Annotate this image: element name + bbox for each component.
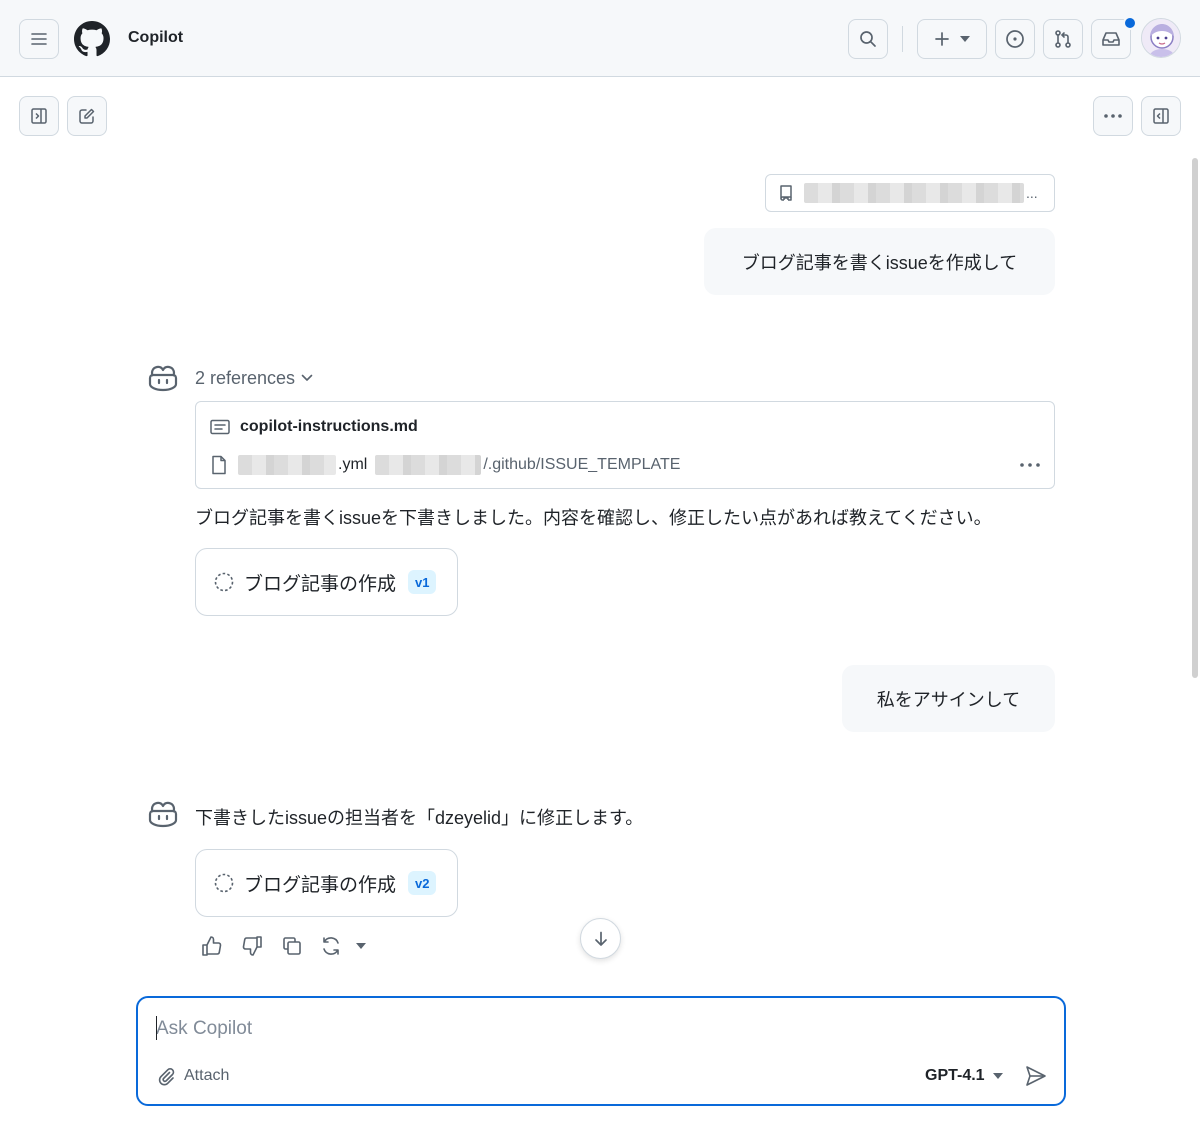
reference-file-ext: .yml (338, 456, 368, 473)
version-badge: v2 (408, 871, 437, 895)
send-button[interactable] (1024, 1064, 1048, 1088)
copy-button[interactable] (280, 934, 304, 958)
reference-item[interactable]: copilot-instructions.md (210, 416, 418, 438)
references-list: copilot-instructions.md .yml /.github/IS… (195, 401, 1055, 489)
header-divider (902, 26, 903, 52)
create-new-button[interactable] (917, 19, 987, 59)
issue-draft-card[interactable]: ブログ記事の作成 v2 (195, 849, 458, 917)
attach-label: Attach (184, 1067, 230, 1084)
pencil-square-icon (79, 108, 95, 124)
version-badge: v1 (408, 570, 437, 594)
text-caret (156, 1016, 157, 1040)
inbox-icon (1102, 32, 1120, 46)
regenerate-button[interactable] (320, 935, 366, 957)
sync-icon (323, 937, 339, 955)
file-icon (212, 455, 226, 475)
user-message-text: ブログ記事を書くissueを作成して (741, 252, 1018, 273)
caret-down-icon (356, 943, 366, 949)
repository-chip[interactable]: ... (765, 174, 1055, 212)
thumbs-down-button[interactable] (240, 934, 264, 958)
hamburger-icon (31, 33, 47, 45)
pull-requests-button[interactable] (1043, 19, 1083, 59)
caret-down-icon (960, 36, 970, 42)
repo-icon (780, 185, 792, 201)
user-message: ブログ記事を書くissueを作成して (704, 228, 1055, 295)
redacted-repo-name (804, 183, 1024, 203)
paperclip-icon (158, 1068, 175, 1086)
kebab-horizontal-icon (1104, 114, 1122, 118)
copilot-icon (147, 800, 179, 828)
file-text-icon (210, 419, 230, 435)
chevron-down-icon (301, 374, 313, 381)
assistant-message-text: ブログ記事を書くissueを下書きしました。内容を確認し、修正したい点があれば教… (195, 508, 992, 528)
kebab-horizontal-icon (1020, 463, 1040, 467)
toggle-panel-button[interactable] (1141, 96, 1181, 136)
search-button[interactable] (848, 19, 888, 59)
issue-title: ブログ記事の作成 (244, 573, 397, 595)
issue-title: ブログ記事の作成 (244, 874, 397, 896)
user-message: 私をアサインして (842, 665, 1055, 732)
new-chat-button[interactable] (67, 96, 107, 136)
avatar-illustration-icon (1142, 19, 1180, 57)
redacted-repo-path (375, 455, 482, 475)
repo-name-ellipsis: ... (1026, 185, 1038, 201)
message-actions (200, 932, 366, 960)
thumbs-up-icon (202, 936, 222, 956)
scroll-to-bottom-button[interactable] (580, 918, 621, 959)
arrow-down-icon (594, 931, 607, 946)
sidebar-expand-icon (31, 108, 47, 124)
top-header: Copilot (0, 0, 1200, 77)
page-title[interactable]: Copilot (128, 29, 183, 47)
issue-draft-card[interactable]: ブログ記事の作成 v1 (195, 548, 458, 616)
pull-request-icon (1055, 30, 1071, 48)
redacted-file-name (238, 455, 336, 475)
attach-button[interactable]: Attach (156, 1064, 229, 1088)
user-avatar[interactable] (1141, 18, 1181, 58)
issue-draft-icon (214, 572, 234, 592)
github-logo-icon[interactable] (74, 21, 110, 57)
thumbs-up-button[interactable] (200, 934, 224, 958)
reference-path: /.github/ISSUE_TEMPLATE (483, 456, 681, 473)
chat-composer: Attach GPT-4.1 (136, 996, 1066, 1106)
menu-button[interactable] (19, 19, 59, 59)
copy-icon (283, 937, 301, 955)
caret-down-icon (992, 1073, 1003, 1079)
references-count: 2 references (195, 367, 296, 388)
assistant-message-text: 下書きしたissueの担当者を「dzeyelid」に修正します。 (195, 808, 644, 828)
chat-input[interactable] (156, 1014, 1036, 1044)
more-options-button[interactable] (1093, 96, 1133, 136)
reference-more-button[interactable] (1018, 454, 1042, 476)
issue-opened-icon (1006, 30, 1024, 48)
search-icon (860, 31, 876, 47)
issues-button[interactable] (995, 19, 1035, 59)
sidebar-collapse-icon (1153, 108, 1169, 124)
thumbs-down-icon (242, 936, 262, 956)
model-picker[interactable]: GPT-4.1 (925, 1064, 1003, 1088)
issue-draft-icon (214, 873, 234, 893)
plus-icon (935, 32, 949, 46)
notification-indicator (1123, 16, 1137, 30)
copilot-icon (147, 364, 179, 392)
toggle-sidebar-button[interactable] (19, 96, 59, 136)
user-message-text: 私をアサインして (876, 689, 1021, 710)
references-toggle[interactable]: 2 references (195, 366, 313, 390)
paper-airplane-icon (1026, 1066, 1046, 1086)
reference-filename: copilot-instructions.md (240, 418, 418, 435)
scrollbar-thumb[interactable] (1192, 158, 1198, 678)
reference-item[interactable]: .yml /.github/ISSUE_TEMPLATE (210, 454, 680, 476)
model-label: GPT-4.1 (925, 1067, 985, 1084)
